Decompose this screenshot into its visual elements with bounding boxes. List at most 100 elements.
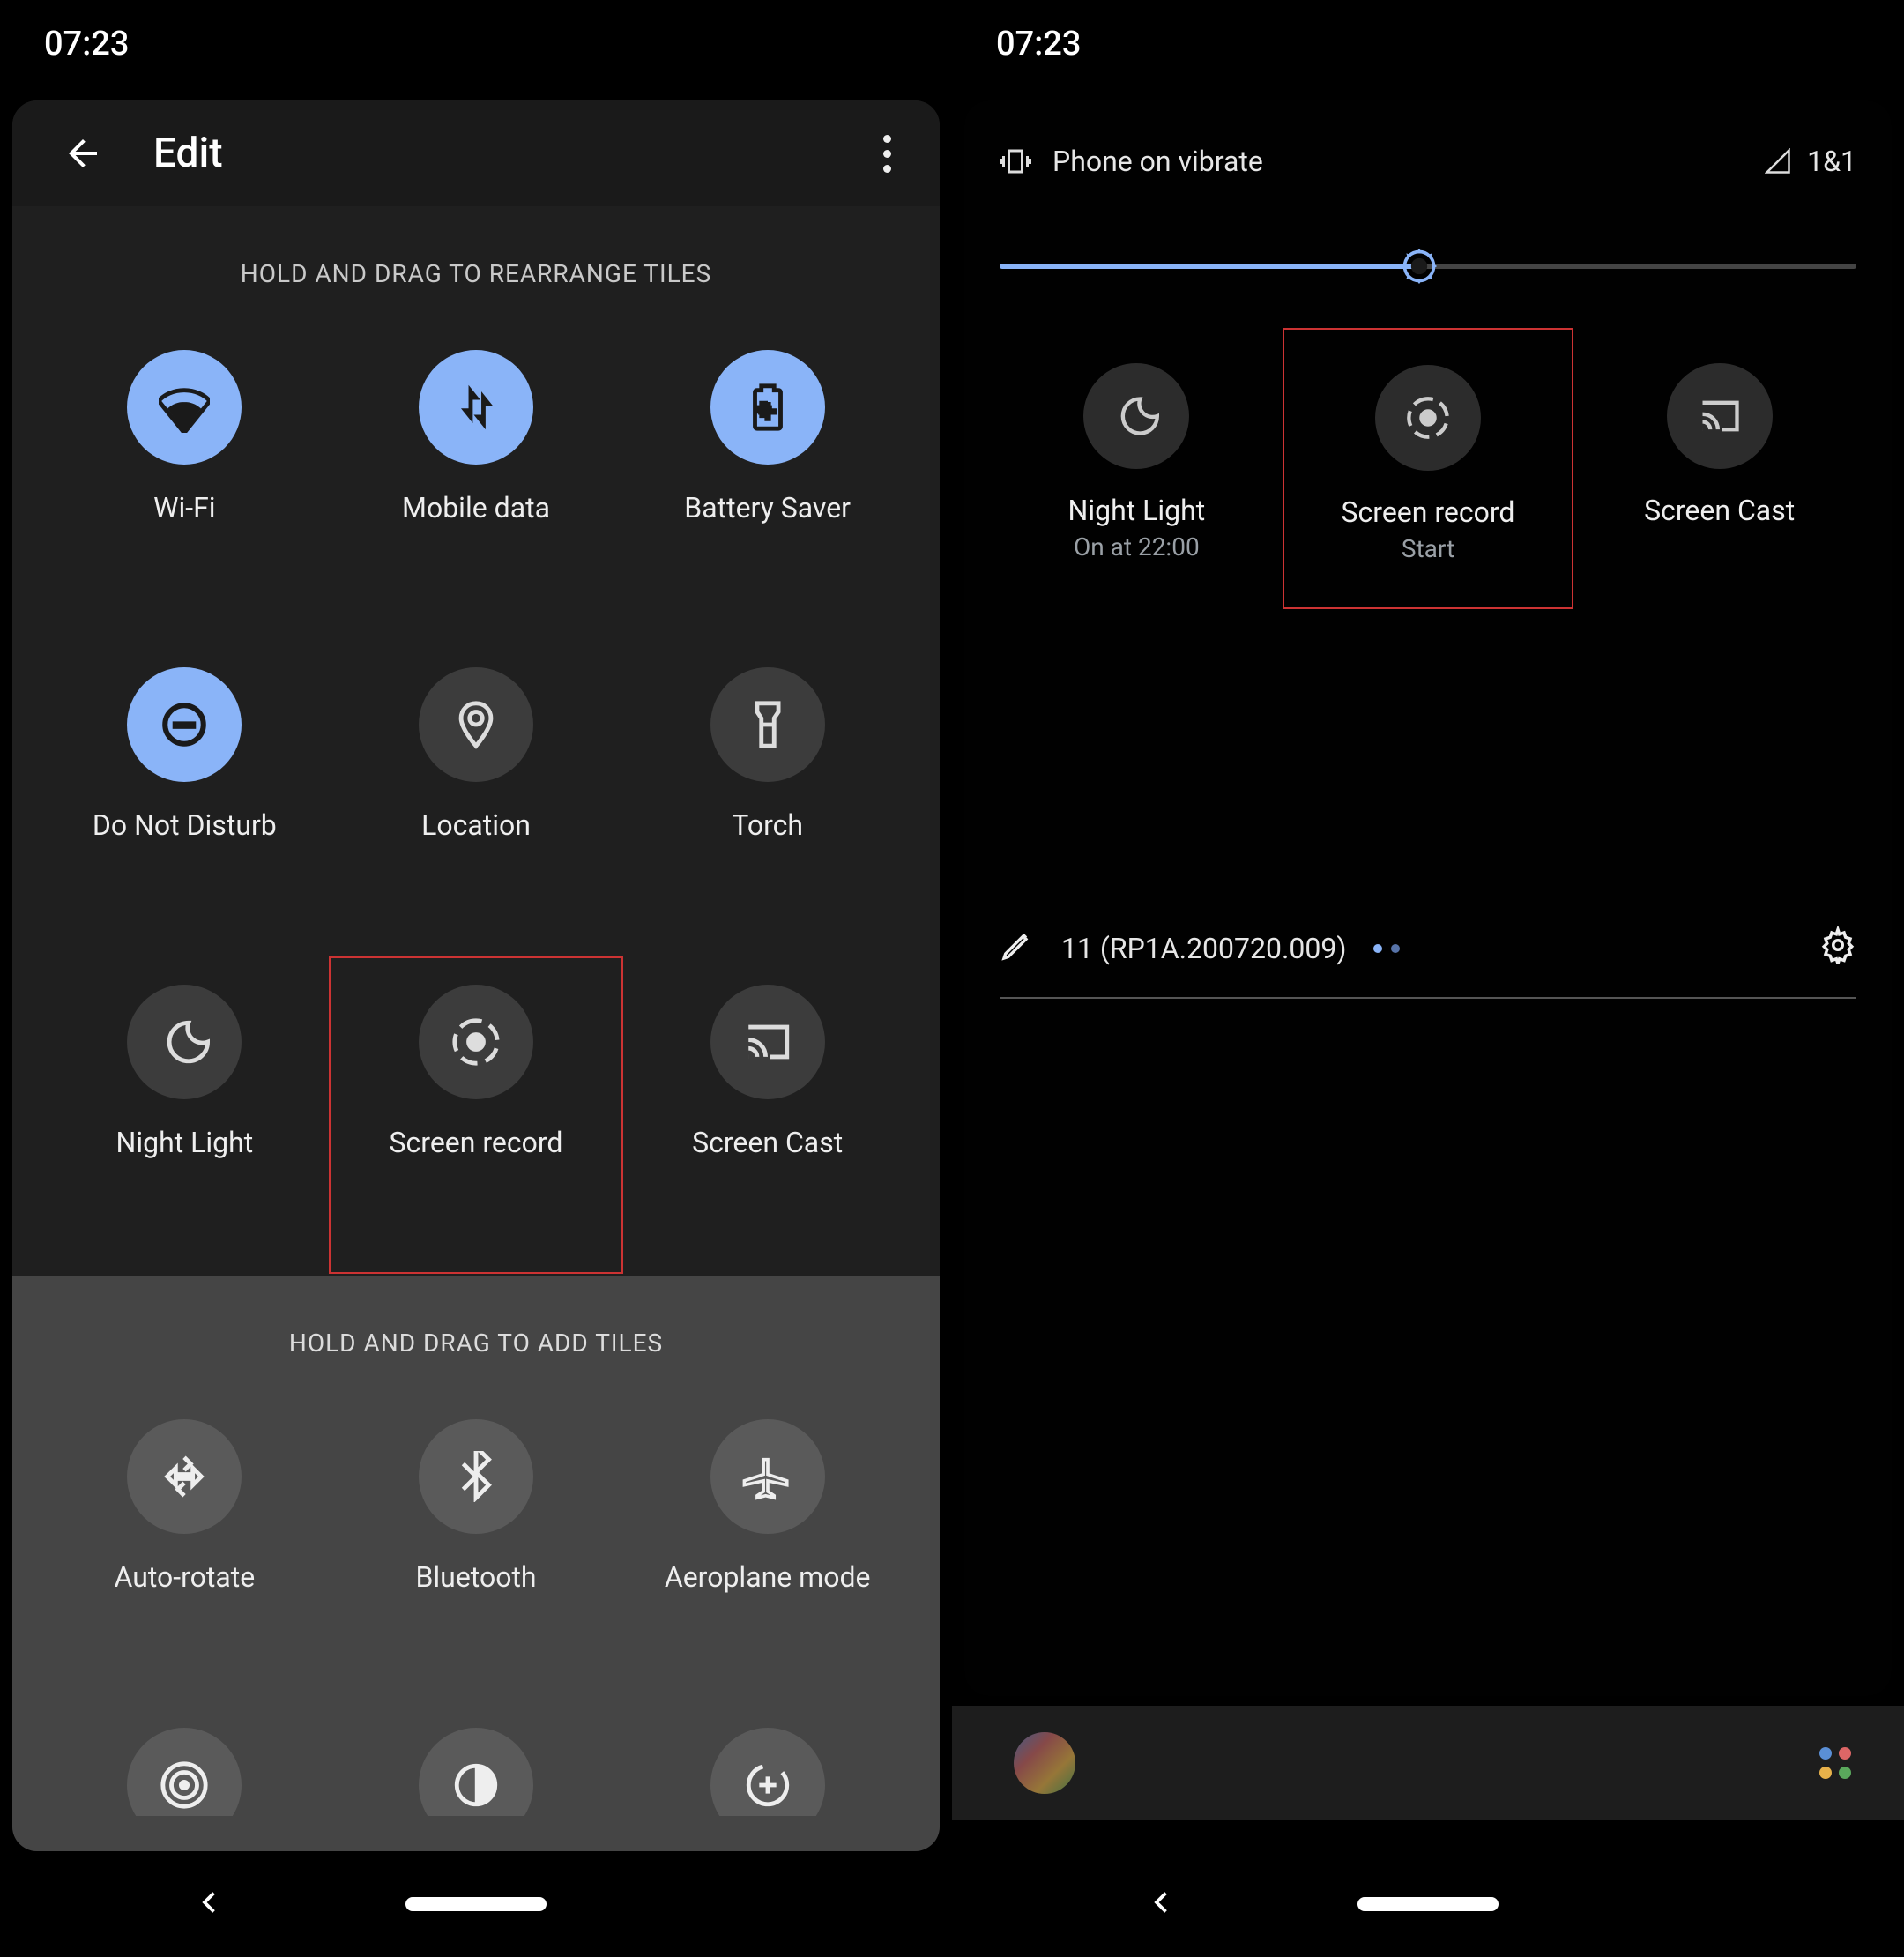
status-time: 07:23 (44, 25, 129, 63)
assistant-icon (1819, 1747, 1851, 1779)
tile-mobile-data[interactable]: Mobile data (331, 324, 622, 641)
wifi-icon (127, 350, 242, 465)
nav-bar (0, 1851, 952, 1957)
settings-button[interactable] (1819, 926, 1856, 971)
torch-icon (710, 667, 825, 782)
nav-home-pill[interactable] (405, 1897, 547, 1911)
signal-carrier: 1&1 (1765, 145, 1856, 178)
google-logo-icon (1014, 1732, 1075, 1794)
tile-label: Bluetooth (415, 1560, 536, 1594)
nav-back-button[interactable] (1146, 1886, 1178, 1922)
tile-label: Torch (732, 808, 803, 842)
datasaver-icon (710, 1728, 825, 1816)
qs-tile-label: Screen record (1342, 495, 1515, 529)
tile-label: Screen Cast (692, 1126, 843, 1159)
qs-tile-sub: Start (1402, 534, 1454, 563)
tile-bluetooth[interactable]: Bluetooth (331, 1393, 622, 1693)
gear-icon (1819, 926, 1856, 964)
dnd-icon (127, 667, 242, 782)
phone-right: 07:23 Phone on vibrate 1&1 (952, 0, 1904, 1957)
tile-autorotate[interactable]: Auto-rotate (39, 1393, 331, 1693)
tile-hotspot[interactable] (39, 1693, 331, 1816)
tile-darkmode[interactable] (331, 1693, 622, 1816)
tile-label: Do Not Disturb (93, 808, 277, 842)
status-time: 07:23 (996, 25, 1081, 63)
ringer-status[interactable]: Phone on vibrate (1000, 145, 1765, 178)
qs-tile-sub: On at 22:00 (1074, 532, 1200, 562)
ringer-text: Phone on vibrate (1052, 145, 1263, 178)
tile-label: Battery Saver (684, 491, 851, 525)
tile-label: Location (421, 808, 531, 842)
edit-header: Edit (12, 100, 940, 206)
qs-tile-screen-record[interactable]: Screen record Start (1283, 328, 1574, 609)
slider-thumb[interactable] (1400, 247, 1439, 286)
qs-header: Phone on vibrate 1&1 (964, 100, 1892, 205)
location-icon (419, 667, 533, 782)
tile-night-light[interactable]: Night Light (39, 958, 331, 1276)
back-button[interactable] (48, 118, 118, 189)
tile-label: Wi-Fi (153, 491, 215, 525)
hotspot-icon (127, 1728, 242, 1816)
spacer (964, 609, 1892, 926)
tile-label: Night Light (115, 1126, 253, 1159)
build-info: 11 (RP1A.200720.009) (1061, 932, 1793, 965)
chevron-left-icon (1146, 1886, 1178, 1918)
tile-dnd[interactable]: Do Not Disturb (39, 641, 331, 958)
available-tiles-partial (12, 1693, 940, 1816)
tile-screen-record[interactable]: Screen record (329, 956, 624, 1274)
carrier-text: 1&1 (1807, 145, 1856, 178)
edit-title: Edit (153, 130, 860, 177)
tile-label: Auto-rotate (114, 1560, 255, 1594)
battery-saver-icon (710, 350, 825, 465)
screen-record-icon (419, 985, 533, 1099)
slider-fill (1000, 264, 1419, 269)
tile-label: Mobile data (402, 491, 550, 525)
overflow-menu-button[interactable] (860, 127, 913, 180)
phone-left: 07:23 Edit HOLD AND DRAG TO REARRANGE TI… (0, 0, 952, 1957)
tile-screen-cast[interactable]: Screen Cast (621, 958, 913, 1276)
available-tiles-grid: Auto-rotate Bluetooth Aeroplane mode (12, 1393, 940, 1693)
add-hint: HOLD AND DRAG TO ADD TILES (12, 1276, 940, 1393)
footer-divider (1000, 997, 1856, 999)
tile-location[interactable]: Location (331, 641, 622, 958)
autorotate-icon (127, 1419, 242, 1534)
tile-torch[interactable]: Torch (621, 641, 913, 958)
tile-label: Aeroplane mode (665, 1560, 871, 1594)
brightness-slider[interactable] (1000, 249, 1856, 284)
qs-tile-label: Screen Cast (1644, 494, 1795, 527)
qs-panel: Phone on vibrate 1&1 Night Light On at 2… (964, 100, 1892, 1696)
cast-icon (710, 985, 825, 1099)
tile-battery-saver[interactable]: Battery Saver (621, 324, 913, 641)
status-bar: 07:23 (0, 0, 952, 88)
qs-tile-night-light[interactable]: Night Light On at 22:00 (991, 328, 1283, 609)
tile-datasaver[interactable] (621, 1693, 913, 1816)
brightness-icon (1400, 247, 1439, 286)
active-tiles-grid: Wi-Fi Mobile data Battery Saver Do Not D… (12, 324, 940, 1276)
nav-back-button[interactable] (194, 1886, 226, 1922)
edit-qs-button[interactable] (1000, 927, 1035, 970)
tile-wifi[interactable]: Wi-Fi (39, 324, 331, 641)
tile-aeroplane[interactable]: Aeroplane mode (621, 1393, 913, 1693)
qs-tile-screen-cast[interactable]: Screen Cast (1573, 328, 1865, 609)
qs-tiles-row: Night Light On at 22:00 Screen record St… (964, 310, 1892, 609)
screen-record-icon (1375, 365, 1481, 471)
mobile-data-icon (419, 350, 533, 465)
chevron-left-icon (194, 1886, 226, 1918)
bluetooth-icon (419, 1419, 533, 1534)
vibrate-icon (1000, 145, 1031, 177)
night-light-icon (127, 985, 242, 1099)
night-light-icon (1083, 363, 1189, 469)
signal-icon (1765, 148, 1791, 175)
arrow-back-icon (62, 132, 104, 175)
status-bar: 07:23 (952, 0, 1904, 88)
tile-label: Screen record (390, 1126, 563, 1159)
page-indicator (1373, 944, 1400, 953)
qs-tile-label: Night Light (1067, 494, 1205, 527)
cast-icon (1667, 363, 1773, 469)
nav-bar (952, 1851, 1904, 1957)
contrast-icon (419, 1728, 533, 1816)
pencil-icon (1000, 927, 1035, 963)
nav-home-pill[interactable] (1357, 1897, 1499, 1911)
available-tiles-section: HOLD AND DRAG TO ADD TILES Auto-rotate B… (12, 1276, 940, 1851)
aeroplane-icon (710, 1419, 825, 1534)
